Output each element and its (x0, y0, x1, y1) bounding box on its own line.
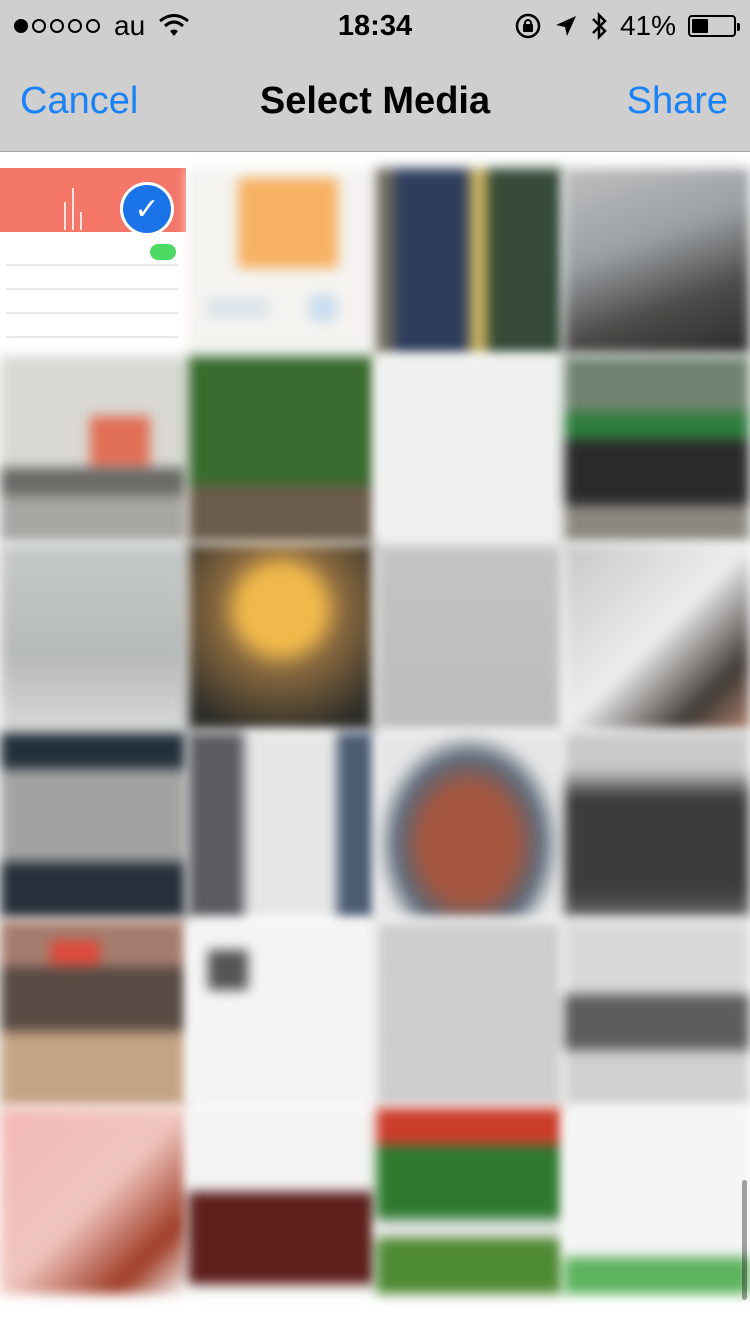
media-thumbnail[interactable] (564, 168, 750, 354)
media-thumbnail[interactable] (564, 356, 750, 542)
media-thumbnail[interactable] (564, 920, 750, 1106)
signal-dot (50, 19, 64, 33)
thumbnail-row (6, 336, 178, 338)
media-grid: ✓ (0, 168, 750, 1294)
media-thumbnail[interactable] (188, 732, 374, 918)
status-bar: au 18:34 41% (0, 0, 750, 52)
rotation-lock-icon (515, 13, 541, 39)
media-thumbnail[interactable] (564, 732, 750, 918)
media-thumbnail[interactable] (188, 356, 374, 542)
media-thumbnail[interactable] (376, 356, 562, 542)
media-thumbnail[interactable] (0, 732, 186, 918)
media-thumbnail[interactable] (0, 544, 186, 730)
signal-dot (68, 19, 82, 33)
scroll-indicator[interactable] (742, 1180, 747, 1300)
media-thumbnail[interactable] (188, 544, 374, 730)
status-right: 41% (514, 10, 740, 42)
media-thumbnail-selected[interactable]: ✓ (0, 168, 186, 354)
signal-dot (32, 19, 46, 33)
signal-dot (86, 19, 100, 33)
thumbnail-chart-bar (80, 212, 82, 230)
media-thumbnail[interactable] (376, 544, 562, 730)
media-thumbnail[interactable] (376, 1108, 562, 1294)
wifi-icon (159, 14, 190, 36)
battery-percent: 41% (619, 10, 676, 41)
status-left: au (14, 10, 190, 42)
thumbnail-row (6, 288, 178, 290)
media-thumbnail[interactable] (564, 1108, 750, 1294)
carrier-name: au (114, 10, 146, 41)
share-button[interactable]: Share (627, 80, 728, 123)
thumbnail-row (6, 264, 178, 266)
thumbnail-chart-bar (64, 202, 66, 230)
battery-level-fill (692, 19, 708, 33)
thumbnail-chart-bar (72, 188, 74, 230)
battery-icon (688, 15, 740, 37)
thumbnail-row (6, 312, 178, 314)
cancel-button[interactable]: Cancel (20, 80, 138, 123)
media-thumbnail[interactable] (564, 544, 750, 730)
checkmark-icon: ✓ (120, 182, 174, 236)
bluetooth-icon (592, 11, 607, 41)
location-arrow-icon (555, 16, 576, 36)
media-thumbnail[interactable] (0, 920, 186, 1106)
media-thumbnail[interactable] (188, 168, 374, 354)
media-thumbnail[interactable] (0, 356, 186, 542)
media-thumbnail[interactable] (188, 920, 374, 1106)
navigation-bar: Cancel Select Media Share (0, 52, 750, 152)
media-thumbnail[interactable] (376, 732, 562, 918)
thumbnail-toggle (150, 244, 176, 260)
signal-strength-icon (14, 19, 100, 33)
signal-dot (14, 19, 28, 33)
media-thumbnail[interactable] (376, 920, 562, 1106)
media-thumbnail[interactable] (188, 1108, 374, 1294)
media-thumbnail[interactable] (0, 1108, 186, 1294)
media-thumbnail[interactable] (376, 168, 562, 354)
